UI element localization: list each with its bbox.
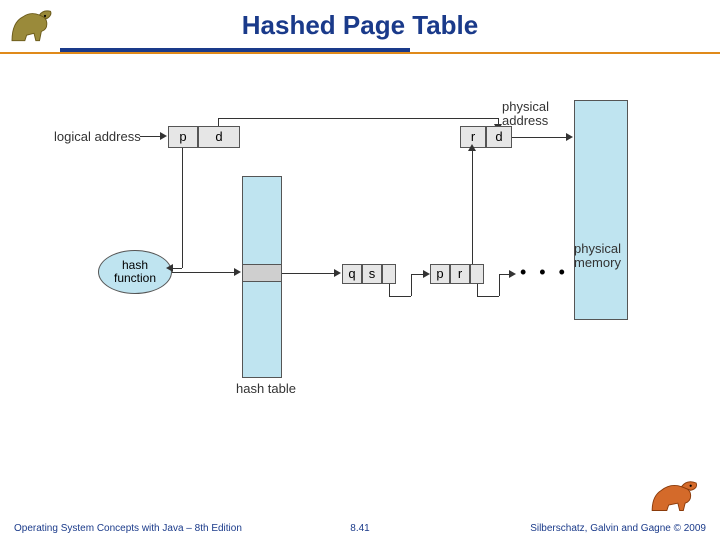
label-hash-function: hash function [114, 259, 156, 285]
chain-node2-ptr [470, 264, 484, 284]
chain-node1-val: s [362, 264, 382, 284]
label-physical-address: physical address [502, 100, 549, 129]
chain-node1-ptr [382, 264, 396, 284]
slide-header: Hashed Page Table [0, 0, 720, 56]
chain-node2-key: p [430, 264, 450, 284]
footer-page-number: 8.41 [350, 523, 369, 534]
label-logical-address: logical address [54, 130, 141, 144]
chain-node1-key: q [342, 264, 362, 284]
physical-memory-block [574, 100, 628, 320]
label-hash-table: hash table [236, 382, 296, 396]
chain-ellipsis: • • • [520, 262, 569, 283]
chain-node2-val: r [450, 264, 470, 284]
dinosaur-icon-bottom-right [646, 472, 706, 516]
dinosaur-icon-top-left [6, 4, 62, 48]
slide-title: Hashed Page Table [0, 0, 720, 41]
hash-table-selected-slot [242, 264, 282, 282]
physical-offset-box: d [486, 126, 512, 148]
hash-function-node: hash function [98, 250, 172, 294]
slide-footer: Operating System Concepts with Java – 8t… [0, 514, 720, 534]
hashed-page-table-diagram: logical address p d r d physical address… [40, 100, 680, 430]
footer-copyright: Silberschatz, Galvin and Gagne © 2009 [530, 523, 706, 534]
logical-offset-box: d [198, 126, 240, 148]
footer-left: Operating System Concepts with Java – 8t… [14, 523, 242, 534]
label-physical-memory: physical memory [574, 242, 644, 271]
logical-page-box: p [168, 126, 198, 148]
title-rule [0, 48, 720, 56]
